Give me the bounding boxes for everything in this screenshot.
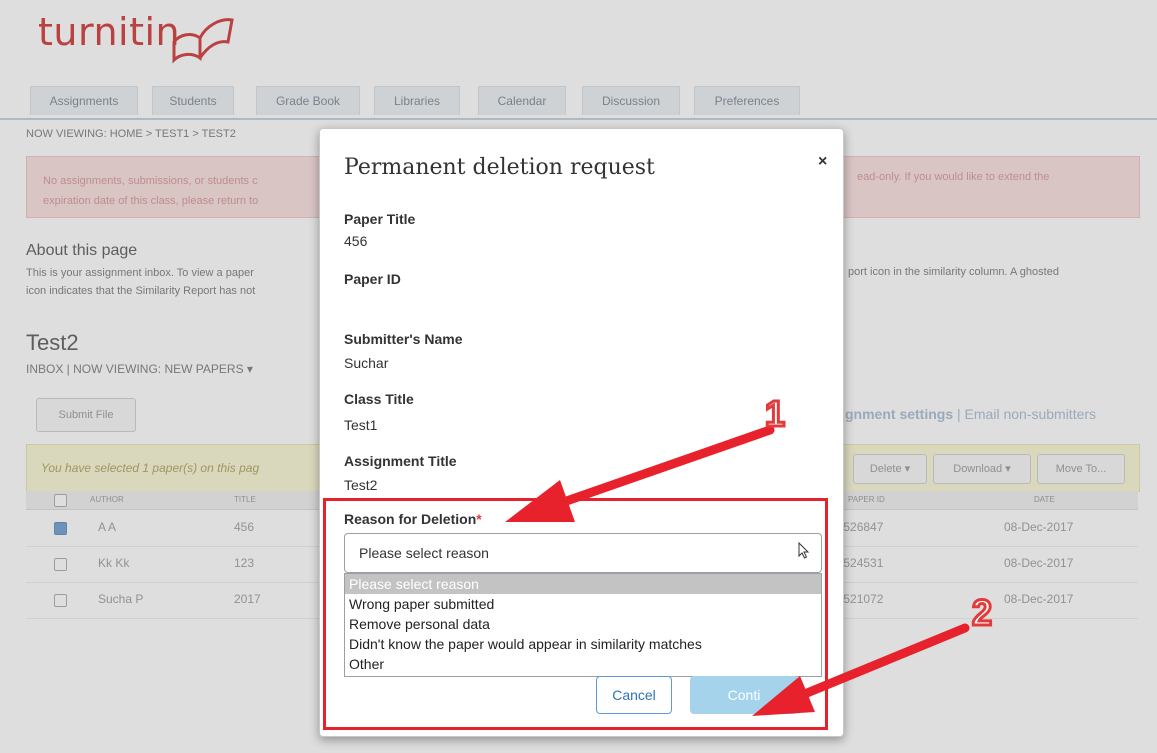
annotation-label-1: 1 xyxy=(763,392,786,436)
annotation-arrowhead-1 xyxy=(505,480,575,522)
annotation-arrow-2 xyxy=(785,623,970,705)
annotation-label-2: 2 xyxy=(970,591,993,635)
turnitin-page: turnitin Assignments Students Grade Book… xyxy=(0,0,1157,753)
annotation-arrow-1 xyxy=(530,425,775,517)
annotation-arrowhead-2 xyxy=(752,676,815,716)
annotation-arrows xyxy=(505,425,970,716)
